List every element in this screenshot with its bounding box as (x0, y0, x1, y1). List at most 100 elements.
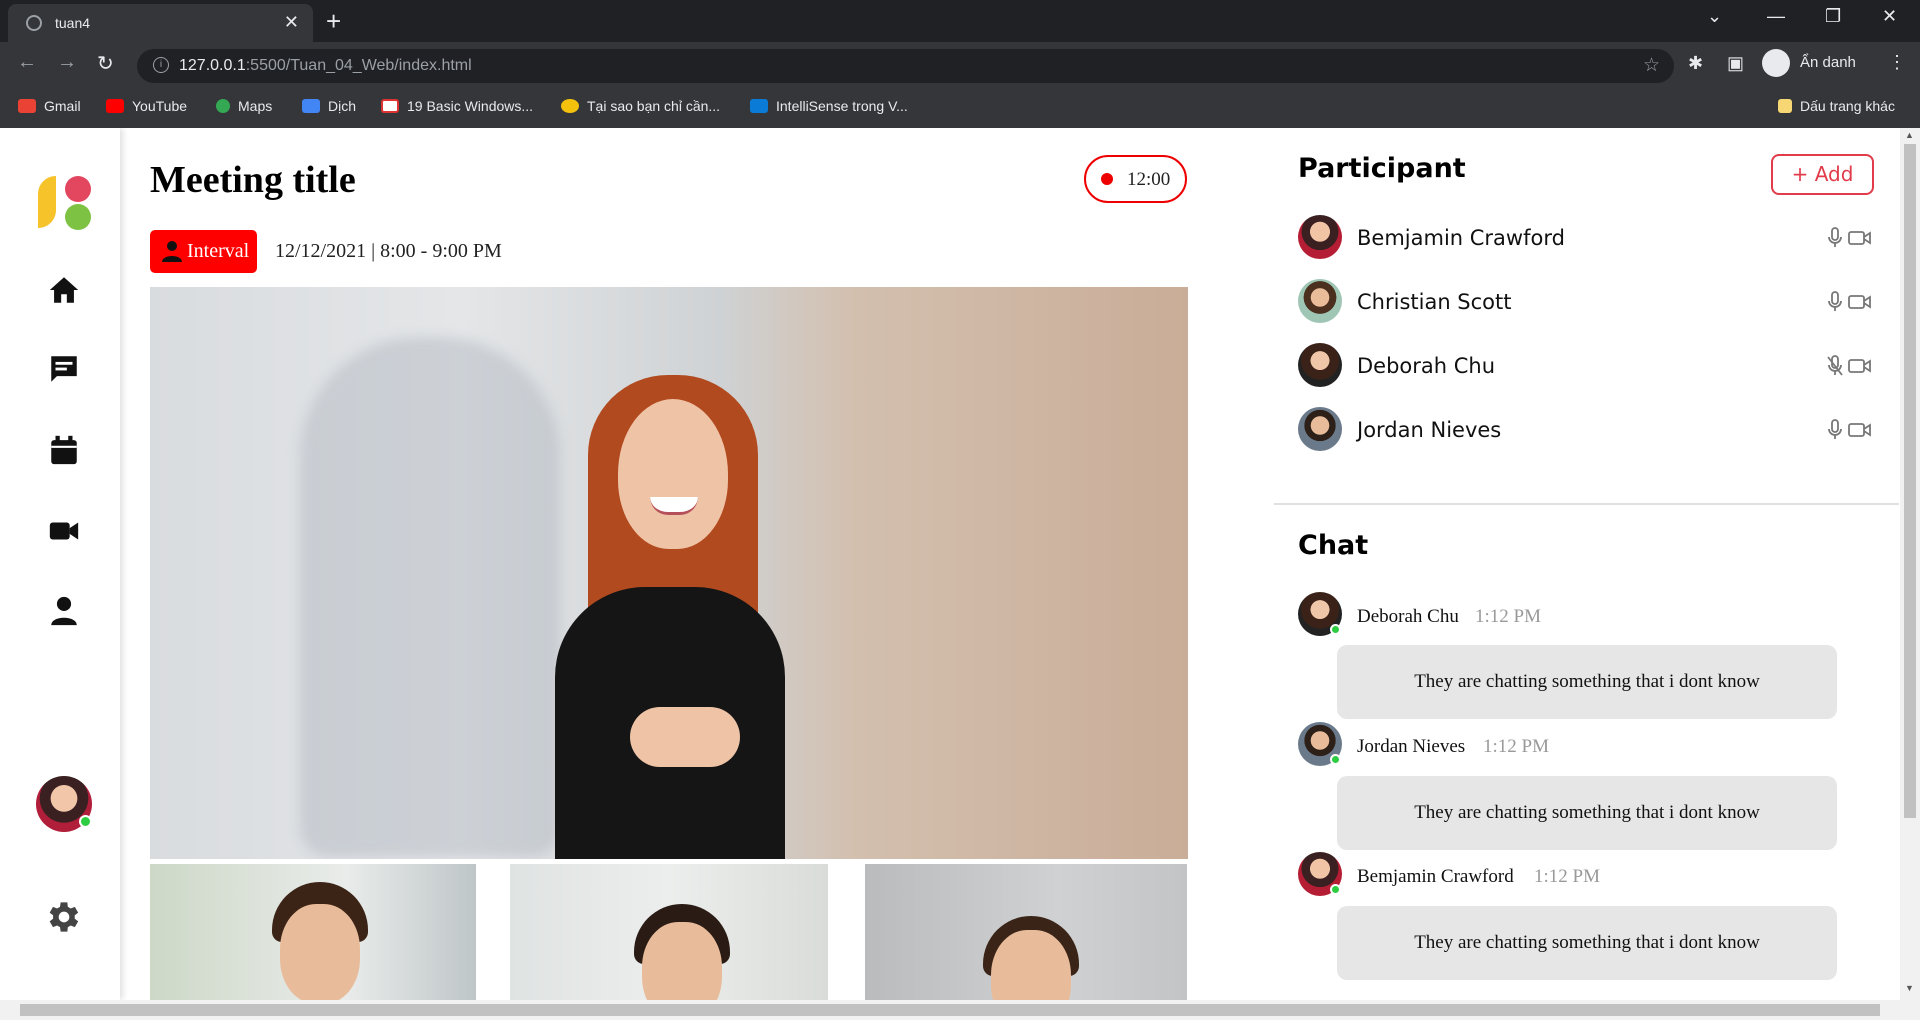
meeting-date-time: 12/12/2021 | 8:00 - 9:00 PM (275, 240, 502, 262)
browser-toolbar: ← → ↻ i 127.0.0.1:5500/Tuan_04_Web/index… (0, 42, 1920, 88)
recording-timer[interactable]: 12:00 (1084, 155, 1187, 203)
chat-message-header: Jordan Nieves 1:12 PM (1298, 722, 1858, 768)
new-tab-icon[interactable]: + (326, 6, 341, 37)
chat-message-header: Bemjamin Crawford 1:12 PM (1298, 852, 1858, 898)
microphone-muted-icon[interactable] (1826, 355, 1844, 377)
background-reflection (300, 337, 560, 857)
lightbulb-icon (561, 99, 579, 113)
chat-icon (51, 356, 77, 382)
page-title: Meeting title (150, 159, 356, 201)
back-icon[interactable]: ← (17, 51, 37, 74)
window-close-icon[interactable]: ✕ (1882, 6, 1897, 27)
microphone-icon[interactable] (1826, 291, 1844, 313)
bookmark-tai-sao[interactable]: Tại sao bạn chỉ cần... (561, 98, 720, 114)
nav-video[interactable] (47, 514, 81, 548)
minimize-icon[interactable]: — (1767, 6, 1785, 27)
participant-row[interactable]: Jordan Nieves (1298, 407, 1873, 455)
scrollbar-thumb[interactable] (20, 1004, 1880, 1016)
sidebar (0, 128, 120, 1000)
avatar (1298, 279, 1342, 323)
site-info-icon[interactable]: i (153, 57, 169, 73)
video-thumbnail[interactable] (150, 864, 476, 1000)
profile-label[interactable]: Ẩn danh (1800, 54, 1856, 71)
online-indicator (1330, 884, 1341, 895)
bookmark-windows[interactable]: 19 Basic Windows... (381, 98, 533, 114)
avatar[interactable] (36, 776, 92, 832)
reload-icon[interactable]: ↻ (97, 51, 114, 76)
settings-icon[interactable] (44, 897, 84, 937)
participant-row[interactable]: Bemjamin Crawford (1298, 215, 1873, 263)
home-icon (49, 277, 79, 303)
participant-name: Bemjamin Crawford (1357, 226, 1565, 250)
thumbnail-face (642, 922, 722, 1000)
timer-text: 12:00 (1127, 169, 1171, 190)
online-indicator (1330, 624, 1341, 635)
web-page: Meeting title 12:00 Interval 12/12/2021 … (0, 128, 1920, 1000)
vertical-scrollbar[interactable]: ▲ ▼ (1900, 128, 1920, 1000)
add-participant-button[interactable]: + Add (1771, 154, 1874, 195)
avatar (1298, 343, 1342, 387)
video-thumbnail[interactable] (865, 864, 1187, 1000)
user-icon (51, 596, 77, 626)
browser-tab[interactable]: tuan4 ✕ (8, 4, 313, 42)
camera-icon[interactable] (1848, 228, 1872, 248)
main-video[interactable] (150, 287, 1188, 859)
side-panel-icon[interactable]: ▣ (1727, 53, 1744, 74)
camera-icon[interactable] (1848, 420, 1872, 440)
presenter-face (618, 399, 728, 549)
bookmark-maps[interactable]: Maps (216, 98, 272, 114)
message-time: 1:12 PM (1534, 866, 1600, 887)
video-thumbnail[interactable] (510, 864, 828, 1000)
interval-badge: Interval (150, 230, 257, 273)
camera-icon[interactable] (1848, 292, 1872, 312)
nav-profile[interactable] (47, 594, 81, 628)
bookmark-other[interactable]: Dấu trang khác (1778, 98, 1895, 114)
scroll-up-icon[interactable]: ▲ (1905, 130, 1914, 140)
browser-tab-strip: tuan4 ✕ + ⌄ — ❐ ✕ (0, 0, 1920, 42)
participant-name: Jordan Nieves (1357, 418, 1502, 442)
bookmark-youtube[interactable]: YouTube (106, 98, 187, 114)
nav-home[interactable] (47, 273, 81, 307)
browser-menu-icon[interactable]: ⋮ (1888, 52, 1906, 73)
message-sender: Bemjamin Crawford (1357, 866, 1514, 887)
chevron-down-icon[interactable]: ⌄ (1707, 6, 1722, 27)
participant-row[interactable]: Deborah Chu (1298, 343, 1873, 391)
close-tab-icon[interactable]: ✕ (284, 12, 299, 33)
url-text: 127.0.0.1:5500/Tuan_04_Web/index.html (179, 57, 472, 74)
vscode-icon (750, 99, 768, 113)
participant-row[interactable]: Christian Scott (1298, 279, 1873, 327)
chat-title: Chat (1298, 530, 1369, 561)
chat-message-header: Deborah Chu 1:12 PM (1298, 592, 1858, 638)
bookmark-star-icon[interactable]: ☆ (1643, 54, 1660, 77)
scroll-down-icon[interactable]: ▼ (1905, 983, 1914, 993)
microphone-icon[interactable] (1826, 419, 1844, 441)
camera-icon[interactable] (1848, 356, 1872, 376)
bookmark-gmail[interactable]: Gmail (18, 98, 81, 114)
presenter-hands (630, 707, 740, 767)
forward-icon[interactable]: → (57, 51, 77, 74)
restore-icon[interactable]: ❐ (1825, 6, 1841, 27)
bookmark-intellisense[interactable]: IntelliSense trong V... (750, 98, 908, 114)
address-bar[interactable]: i 127.0.0.1:5500/Tuan_04_Web/index.html … (137, 49, 1674, 83)
folder-icon (1778, 99, 1792, 113)
thumbnail-face (280, 904, 360, 1000)
message-time: 1:12 PM (1483, 736, 1549, 757)
message-time: 1:12 PM (1475, 606, 1541, 627)
scrollbar-thumb[interactable] (1904, 144, 1916, 818)
video-icon (49, 522, 79, 540)
thumbnail-face (991, 930, 1071, 1000)
app-logo (38, 176, 91, 230)
microphone-icon[interactable] (1826, 227, 1844, 249)
nav-calendar[interactable] (47, 433, 81, 467)
avatar (1298, 215, 1342, 259)
message-bubble: They are chatting something that i dont … (1337, 906, 1837, 980)
nav-chat[interactable] (47, 352, 81, 386)
participant-name: Christian Scott (1357, 290, 1512, 314)
horizontal-scrollbar[interactable] (0, 1000, 1920, 1020)
extensions-icon[interactable]: ✱ (1688, 53, 1703, 74)
bookmark-translate[interactable]: Dịch (302, 98, 356, 114)
participants-title: Participant (1298, 153, 1466, 184)
tab-title: tuan4 (55, 15, 91, 31)
incognito-icon[interactable] (1762, 49, 1790, 77)
message-bubble: They are chatting something that i dont … (1337, 776, 1837, 850)
